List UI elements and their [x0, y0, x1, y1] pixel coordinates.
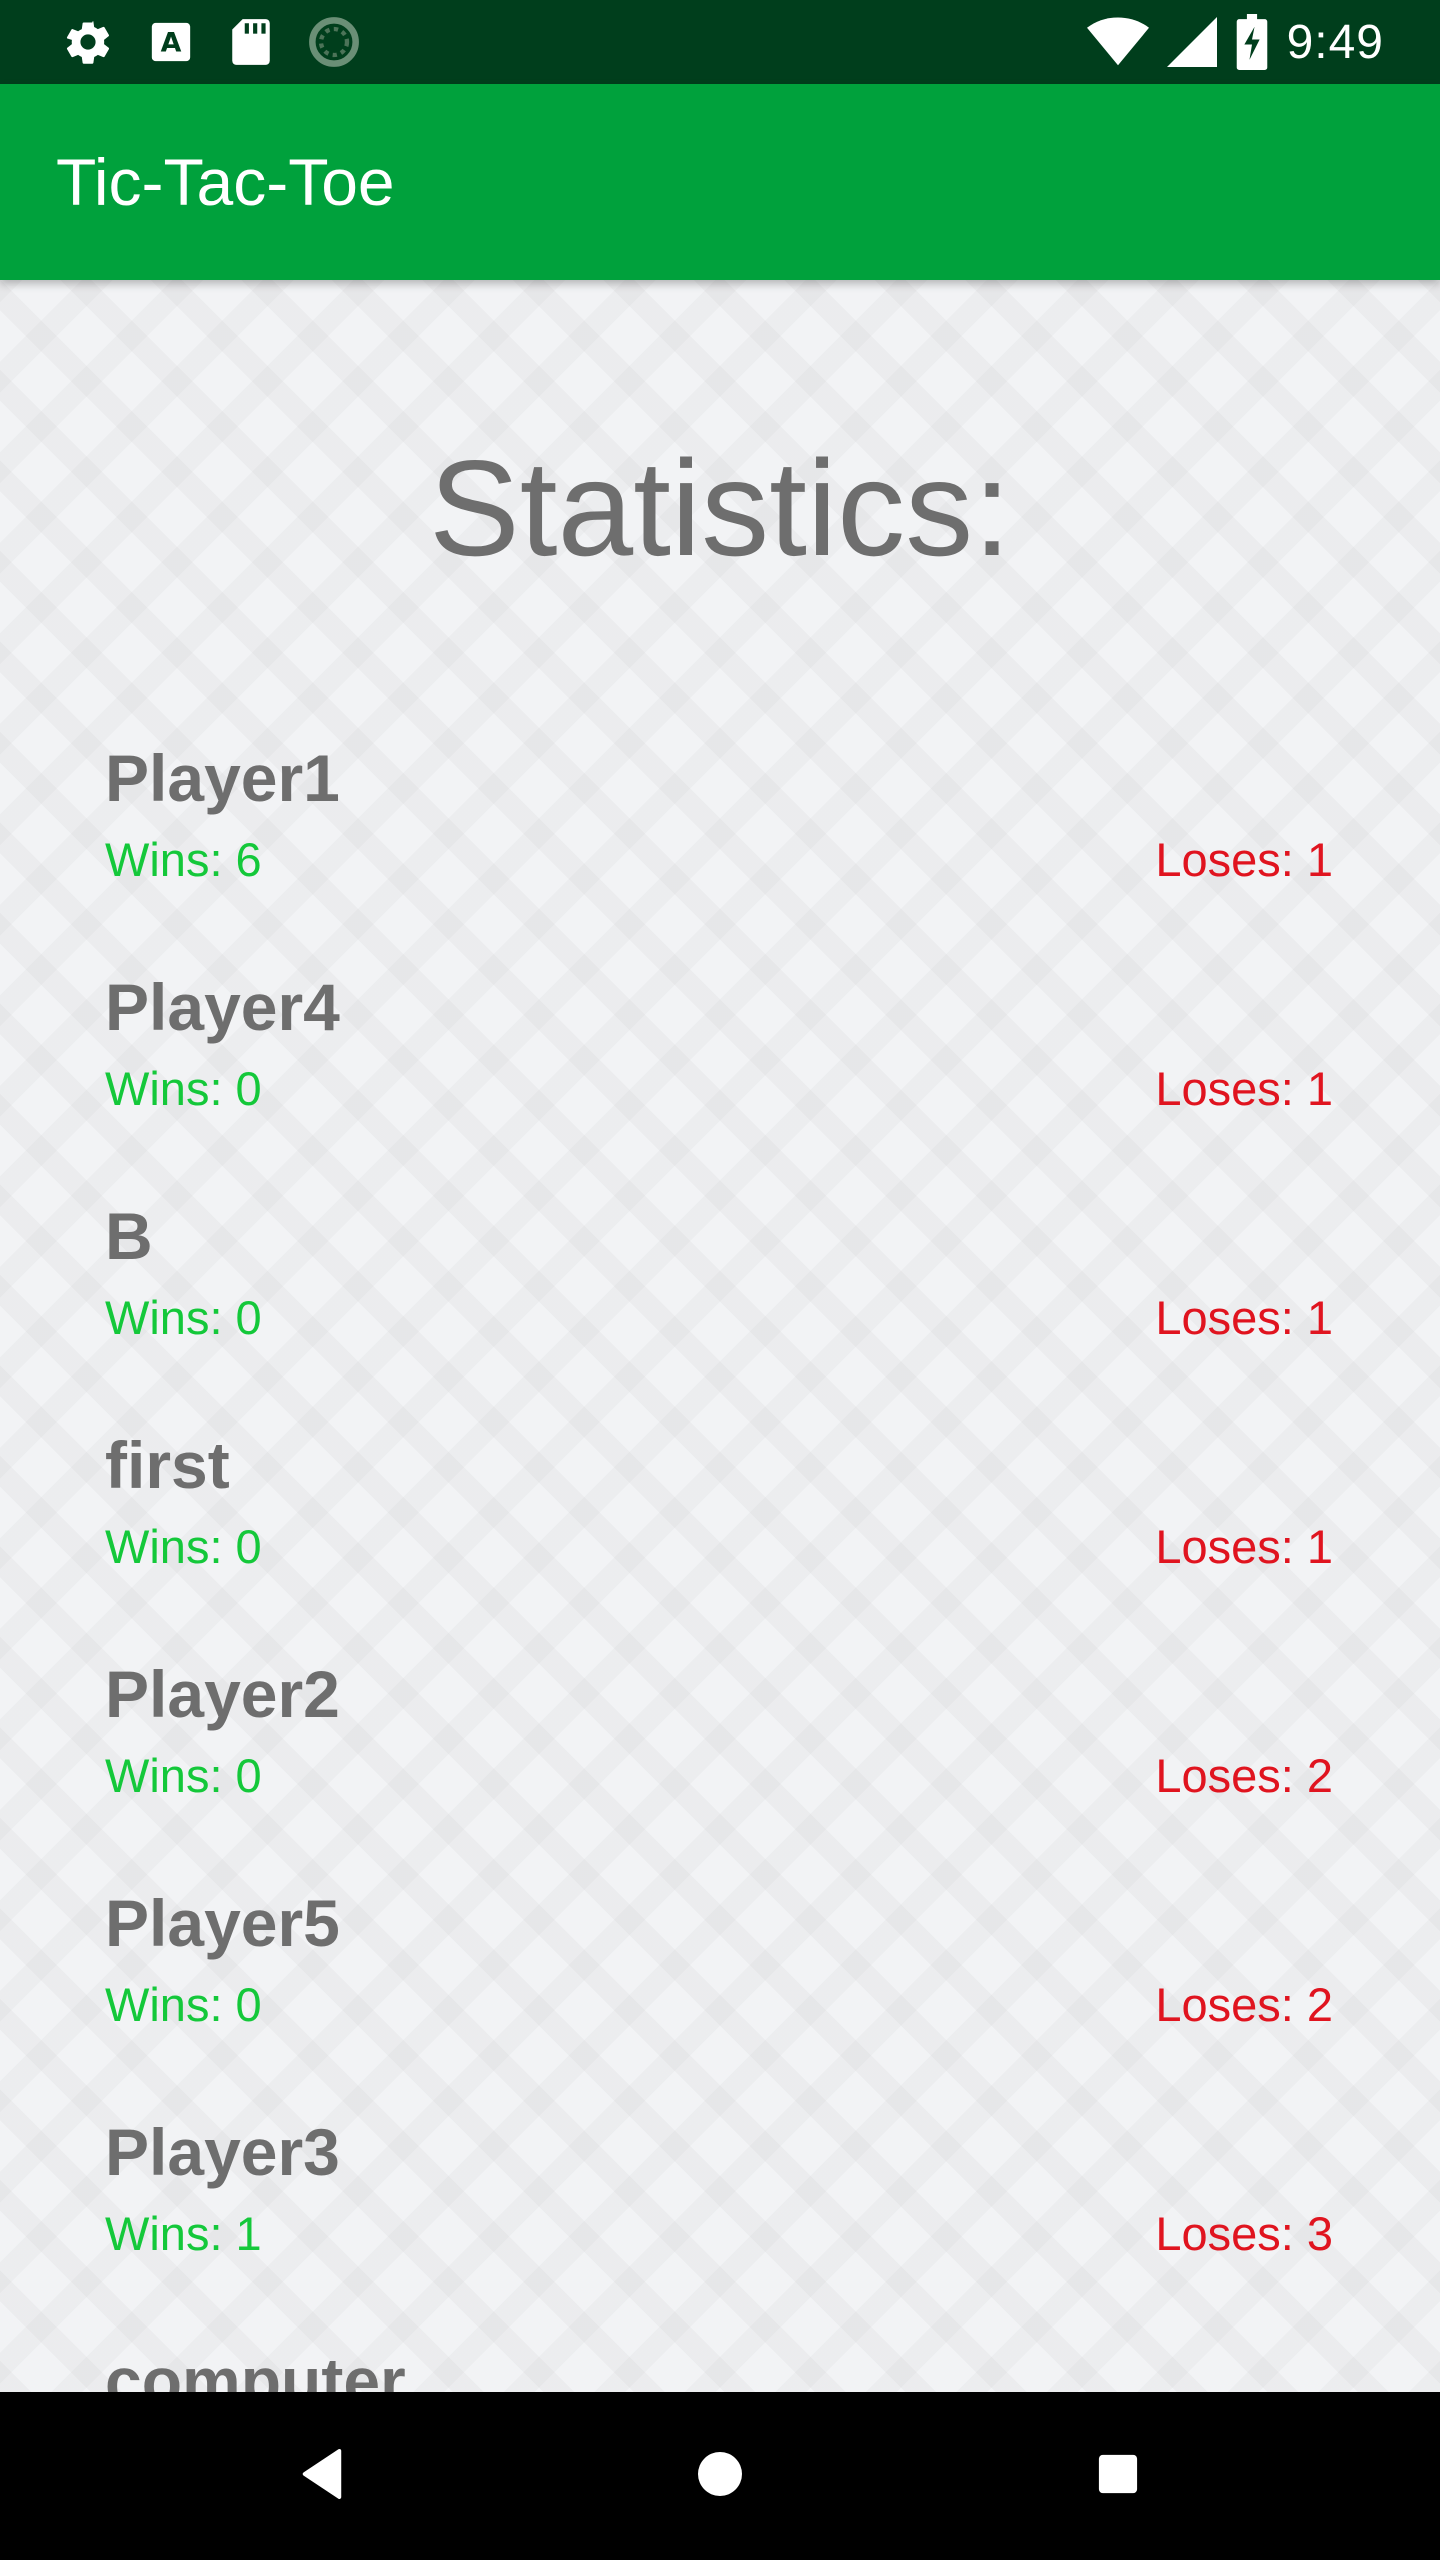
loses-count: Loses: 1: [1155, 1520, 1333, 1573]
app-bar: Tic-Tac-Toe: [0, 84, 1440, 280]
player-name: B: [105, 1199, 153, 1273]
loses-count: Loses: 1: [1155, 833, 1333, 886]
list-item: Player4 Wins: 0 Loses: 1: [105, 971, 1333, 1200]
wins-count: Wins: 0: [105, 1978, 262, 2031]
player-name: Player2: [105, 1657, 340, 1731]
status-left-icons: A: [62, 14, 360, 70]
list-item: Player3 Wins: 1 Loses: 3: [105, 2116, 1333, 2345]
loses-count: Loses: 1: [1155, 1291, 1333, 1344]
sd-card-icon: [228, 17, 274, 67]
loading-icon: [308, 16, 360, 68]
loses-count: Loses: 2: [1155, 1749, 1333, 1802]
loses-count: Loses: 2: [1155, 1978, 1333, 2031]
recents-button[interactable]: [1074, 2432, 1162, 2520]
player-name: first: [105, 1428, 230, 1502]
a-box-icon: A: [148, 19, 194, 65]
list-item: Player1 Wins: 6 Loses: 1: [105, 742, 1333, 971]
list-item: Player2 Wins: 0 Loses: 2: [105, 1658, 1333, 1887]
home-icon: [696, 2450, 744, 2503]
wins-count: Wins: 0: [105, 1749, 262, 1802]
player-name: Player1: [105, 741, 340, 815]
player-name: Player3: [105, 2115, 340, 2189]
list-item: B Wins: 0 Loses: 1: [105, 1200, 1333, 1429]
settings-icon: [62, 16, 114, 68]
wins-count: Wins: 0: [105, 1520, 262, 1573]
stats-list[interactable]: Player1 Wins: 6 Loses: 1 Player4 Wins: 0…: [105, 742, 1333, 2392]
list-item: computer: [105, 2345, 1333, 2392]
status-bar: A 9:49: [0, 0, 1440, 84]
app-title: Tic-Tac-Toe: [56, 145, 395, 219]
statistics-content[interactable]: Statistics: Player1 Wins: 6 Loses: 1 Pla…: [0, 280, 1440, 2392]
player-name: Player4: [105, 970, 340, 1044]
player-name: Player5: [105, 1886, 340, 1960]
wins-count: Wins: 1: [105, 2207, 262, 2260]
signal-icon: [1166, 16, 1217, 68]
navigation-bar: [0, 2392, 1440, 2560]
list-item: Player5 Wins: 0 Loses: 2: [105, 1887, 1333, 2116]
recents-icon: [1097, 2453, 1139, 2500]
wins-count: Wins: 6: [105, 833, 262, 886]
status-time: 9:49: [1286, 15, 1384, 69]
back-button[interactable]: [278, 2432, 366, 2520]
wins-count: Wins: 0: [105, 1062, 262, 1115]
list-item: first Wins: 0 Loses: 1: [105, 1429, 1333, 1658]
svg-text:A: A: [161, 28, 182, 59]
back-icon: [300, 2448, 344, 2504]
wins-count: Wins: 0: [105, 1291, 262, 1344]
player-name: computer: [105, 2344, 406, 2392]
loses-count: Loses: 3: [1155, 2207, 1333, 2260]
wifi-icon: [1086, 16, 1149, 68]
loses-count: Loses: 1: [1155, 1062, 1333, 1115]
home-button[interactable]: [676, 2432, 764, 2520]
page-title: Statistics:: [429, 432, 1011, 584]
status-right-icons: 9:49: [1086, 14, 1384, 70]
battery-charging-icon: [1235, 14, 1269, 70]
